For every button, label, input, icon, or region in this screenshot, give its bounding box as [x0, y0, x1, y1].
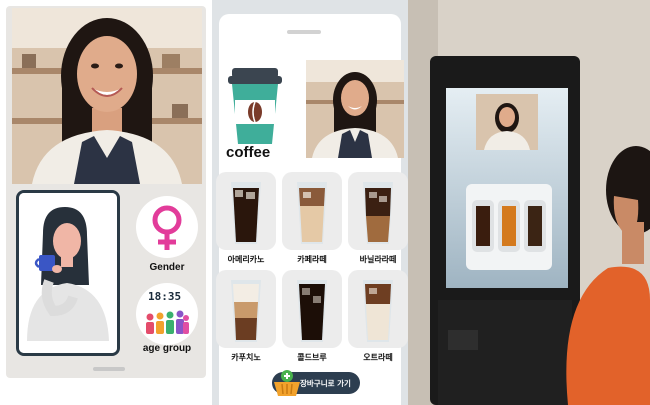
gender-indicator — [136, 196, 198, 258]
coffee-cup-icon — [228, 68, 282, 144]
user-avatar-card — [16, 190, 120, 356]
menu-item-oat-latte[interactable] — [348, 270, 408, 348]
menu-item-americano[interactable] — [216, 172, 276, 250]
menu-label-oat-latte: 오트라떼 — [363, 353, 393, 362]
vanilla-latte-icon — [363, 182, 393, 244]
menu-label-cafe-latte: 카페라떼 — [297, 255, 327, 264]
cappuccino-icon — [231, 280, 261, 342]
menu-label-cold-brew: 콜드브루 — [297, 353, 327, 362]
category-title: coffee — [226, 144, 271, 161]
gender-label: Gender — [149, 262, 185, 273]
americano-icon — [231, 182, 261, 244]
cafe-latte-icon — [297, 182, 327, 244]
cold-brew-icon — [297, 280, 327, 342]
shopping-basket-icon — [274, 370, 300, 396]
menu-item-cafe-latte[interactable] — [282, 172, 342, 250]
menu-label-americano: 아메리카노 — [227, 255, 265, 264]
menu-label-vanilla-latte: 바닐라라떼 — [359, 255, 397, 264]
cart-button-label: 장바구니로 가기 — [300, 379, 351, 388]
kiosk-camera-preview — [306, 60, 404, 158]
home-indicator — [93, 367, 125, 371]
menu-item-cold-brew[interactable] — [282, 270, 342, 348]
clock-display: 18:35 — [148, 290, 182, 303]
menu-label-cappuccino: 카푸치노 — [231, 353, 261, 362]
kiosk-menu-panel: coffee 아메리카노 카페라떼 바닐라라떼 카푸치노 콜드브루 오트라떼 장… — [212, 0, 408, 405]
age-group-label: age group — [142, 343, 192, 354]
menu-item-vanilla-latte[interactable] — [348, 172, 408, 250]
oat-latte-icon — [363, 280, 393, 342]
screen-notch — [287, 30, 321, 34]
female-symbol-icon — [152, 205, 182, 250]
kiosk-photo-panel — [408, 0, 650, 405]
camera-feed — [12, 8, 202, 184]
menu-item-cappuccino[interactable] — [216, 270, 276, 348]
analysis-panel: Gender 18:35 age group — [0, 0, 212, 405]
